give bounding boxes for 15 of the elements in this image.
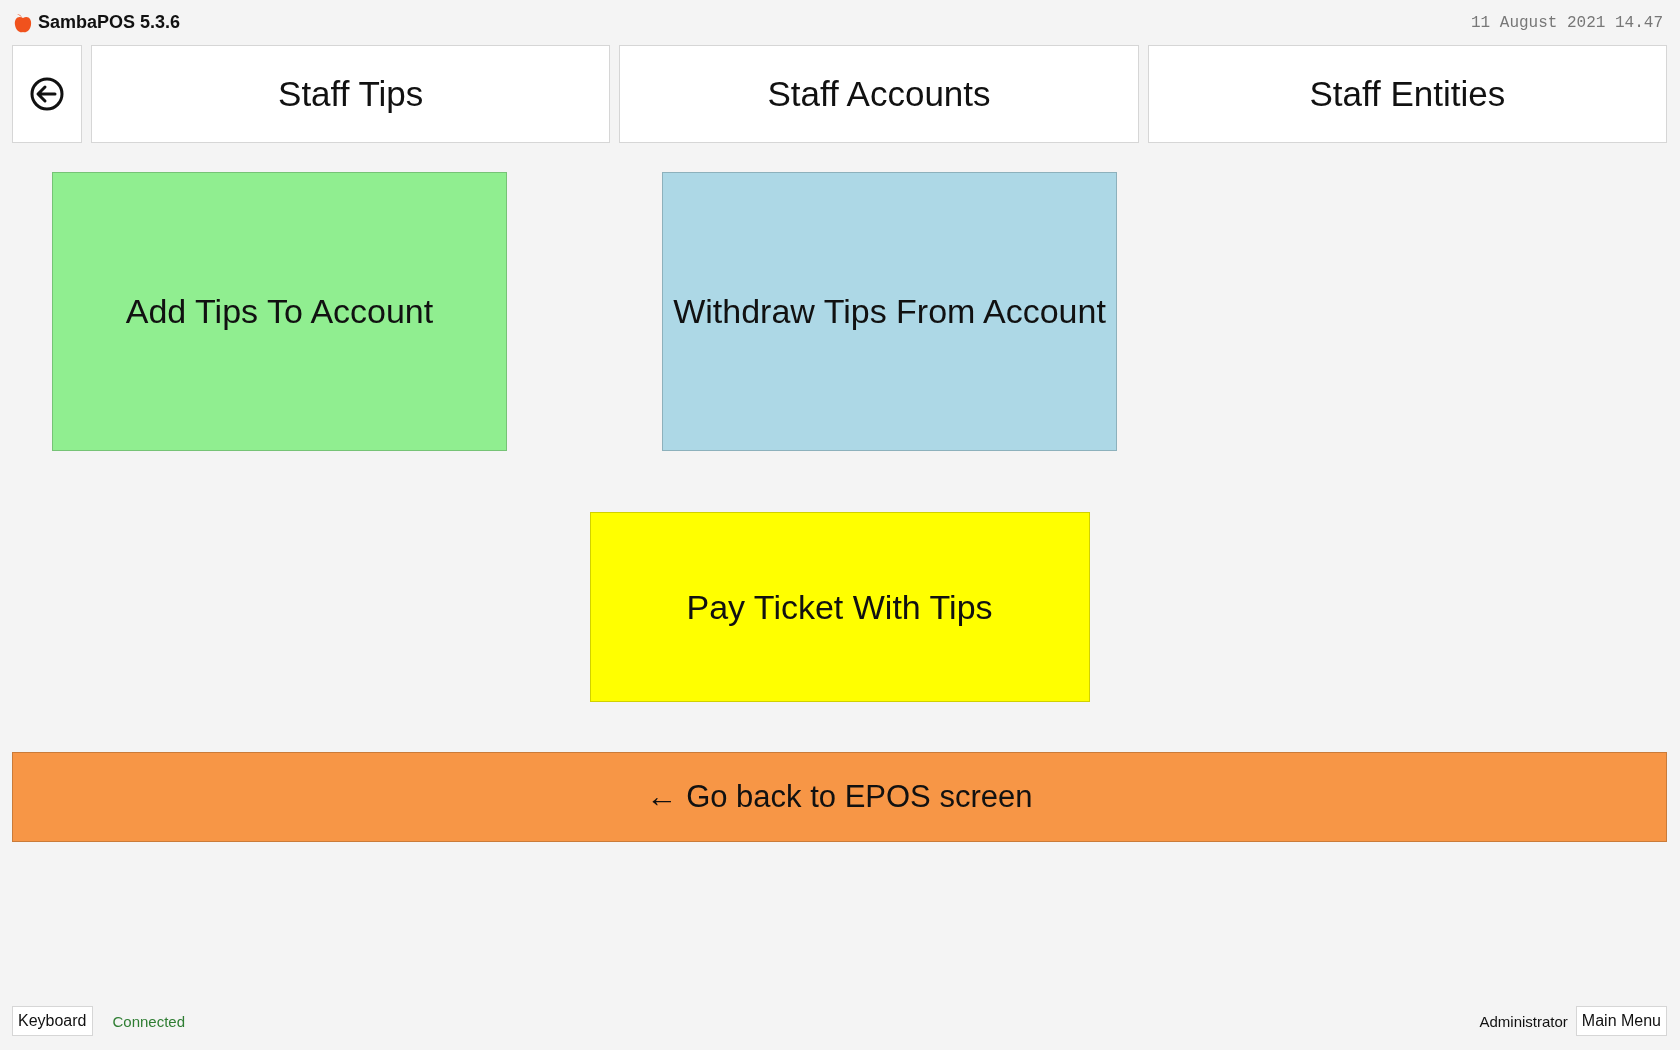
user-name: Administrator bbox=[1479, 1012, 1568, 1030]
go-back-bar[interactable]: ← Go back to EPOS screen bbox=[12, 752, 1667, 842]
keyboard-button[interactable]: Keyboard bbox=[12, 1006, 93, 1036]
action-tile[interactable]: Withdraw Tips From Account bbox=[662, 172, 1117, 451]
category-tab[interactable]: Staff Tips bbox=[91, 45, 611, 143]
apple-logo-icon bbox=[12, 11, 34, 34]
category-tab[interactable]: Staff Accounts bbox=[619, 45, 1139, 143]
date-time: 11 August 2021 14.47 bbox=[1470, 13, 1664, 32]
action-tile[interactable]: Pay Ticket With Tips bbox=[589, 512, 1090, 702]
action-tile[interactable]: Add Tips To Account bbox=[52, 172, 507, 451]
connection-status: Connected bbox=[112, 1012, 186, 1030]
category-tab[interactable]: Staff Entities bbox=[1147, 45, 1667, 143]
main-menu-button[interactable]: Main Menu bbox=[1575, 1006, 1667, 1036]
app-title: SambaPOS 5.3.6 bbox=[38, 12, 181, 33]
back-button[interactable] bbox=[12, 45, 82, 143]
